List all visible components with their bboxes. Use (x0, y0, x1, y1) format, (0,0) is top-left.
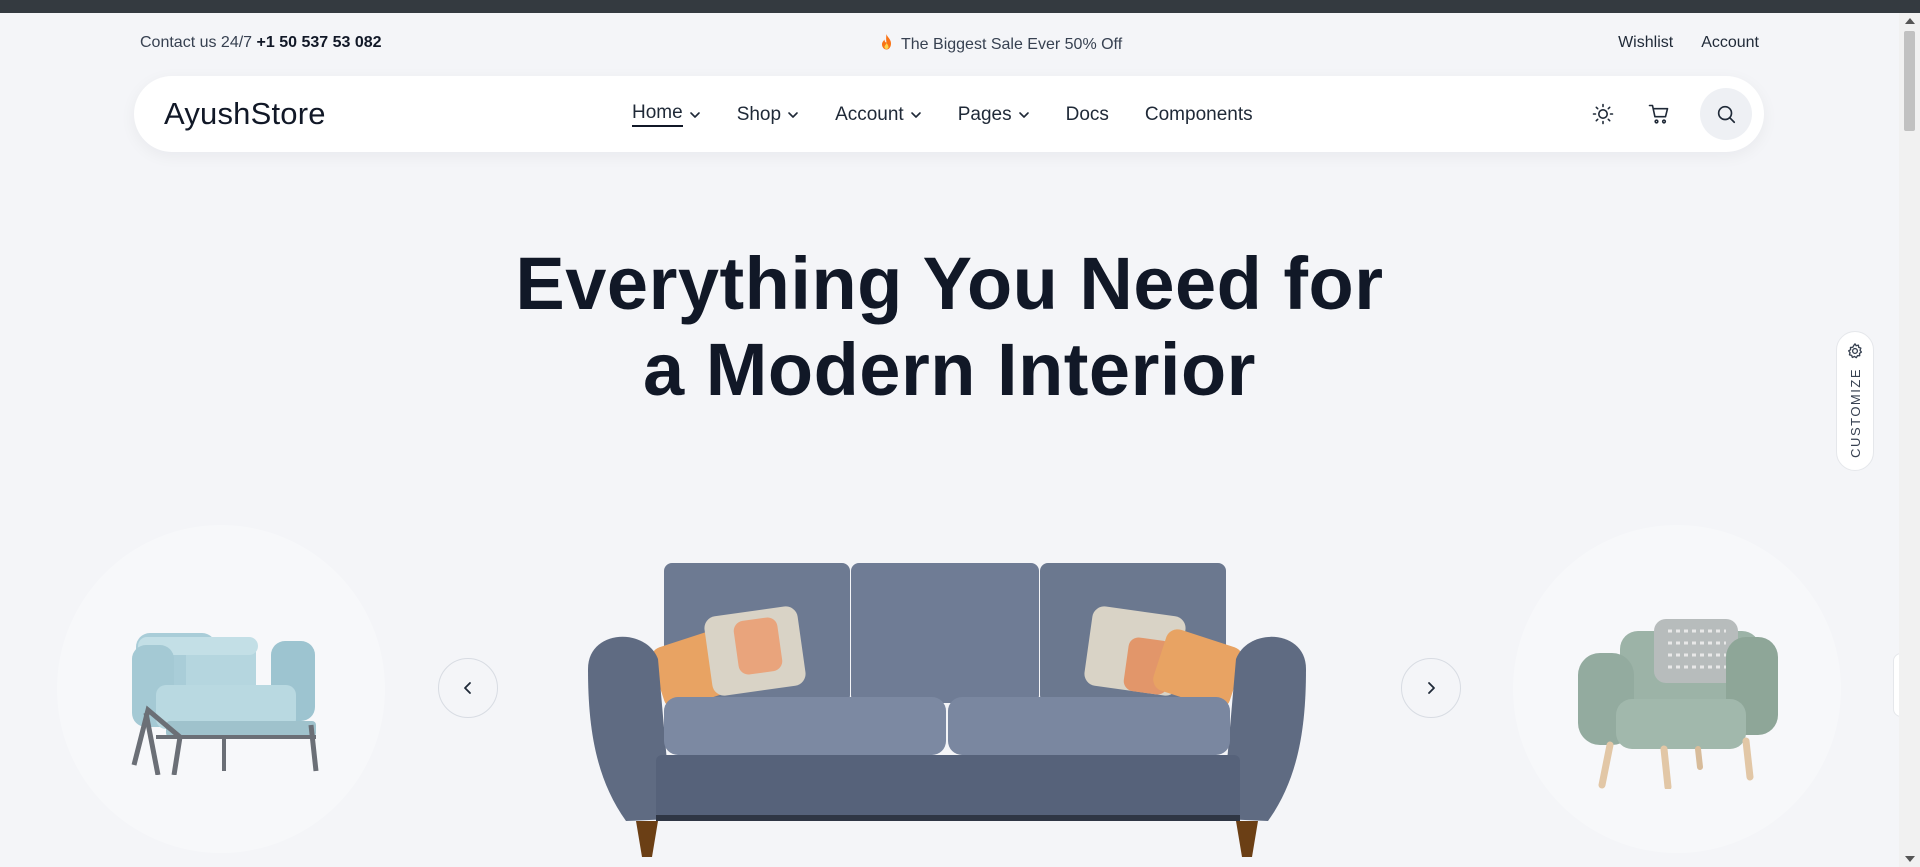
search-button[interactable] (1700, 88, 1752, 140)
main-menu: Home Shop Account Pages Docs Components (632, 102, 1253, 127)
carousel-prev-button[interactable] (438, 658, 498, 718)
nav-actions (1588, 88, 1752, 140)
chevron-right-icon (1428, 682, 1435, 694)
scroll-up-arrow-icon[interactable] (1905, 18, 1915, 24)
menu-item-account[interactable]: Account (835, 102, 922, 127)
menu-item-home[interactable]: Home (632, 102, 701, 127)
menu-item-label: Pages (957, 103, 1012, 125)
cart-icon (1648, 104, 1669, 124)
chevron-down-icon (910, 111, 921, 118)
armchair-green-image[interactable] (1576, 617, 1782, 789)
top-links: Wishlist Account (1618, 34, 1759, 52)
armchair-blue-image[interactable] (126, 625, 322, 775)
theme-toggle-button[interactable] (1588, 99, 1618, 129)
brand-logo[interactable]: AyushStore (164, 96, 326, 132)
chevron-down-icon (1018, 111, 1029, 118)
chevron-left-icon (464, 682, 471, 694)
chevron-down-icon (689, 111, 700, 118)
scroll-thumb[interactable] (1904, 31, 1915, 131)
menu-item-label: Account (835, 103, 904, 125)
hero-title-line-2: a Modern Interior (643, 328, 1256, 411)
top-info-bar: Contact us 24/7 +1 50 537 53 082 The Big… (0, 13, 1899, 73)
menu-item-pages[interactable]: Pages (958, 102, 1030, 127)
promo-text: The Biggest Sale Ever 50% Off (901, 35, 1123, 53)
gear-icon (1848, 343, 1863, 359)
menu-item-label: Docs (1065, 103, 1109, 125)
chevron-down-icon (788, 111, 798, 118)
menu-item-label: Components (1144, 103, 1253, 125)
sofa-image[interactable] (586, 559, 1308, 859)
wishlist-link[interactable]: Wishlist (1618, 34, 1673, 52)
scroll-down-arrow-icon[interactable] (1905, 856, 1915, 862)
menu-item-label: Home (632, 102, 683, 127)
page-scrollbar[interactable] (1899, 13, 1920, 867)
carousel-next-button[interactable] (1401, 658, 1461, 718)
menu-item-shop[interactable]: Shop (737, 102, 799, 127)
page: Contact us 24/7 +1 50 537 53 082 The Big… (0, 13, 1899, 867)
menu-item-label: Shop (736, 103, 782, 125)
account-link[interactable]: Account (1701, 34, 1759, 52)
customize-panel-toggle[interactable]: CUSTOMIZE (1836, 331, 1874, 471)
search-icon (1717, 105, 1736, 124)
menu-item-components[interactable]: Components (1145, 102, 1253, 127)
contact-info: Contact us 24/7 +1 50 537 53 082 (140, 34, 382, 52)
os-title-bar (0, 0, 1920, 13)
hero-title-line-1: Everything You Need for (515, 242, 1384, 325)
contact-phone[interactable]: +1 50 537 53 082 (257, 34, 382, 51)
cart-button[interactable] (1644, 99, 1674, 129)
promo-banner: The Biggest Sale Ever 50% Off (880, 34, 1122, 55)
menu-item-docs[interactable]: Docs (1066, 102, 1109, 127)
sun-icon (1592, 103, 1614, 125)
contact-prefix: Contact us 24/7 (140, 34, 253, 51)
main-navbar: AyushStore Home Shop Account Pages Docs (134, 76, 1764, 152)
customize-label: CUSTOMIZE (1847, 368, 1863, 458)
fire-icon (880, 34, 893, 55)
hero-title: Everything You Need for a Modern Interio… (0, 241, 1899, 413)
